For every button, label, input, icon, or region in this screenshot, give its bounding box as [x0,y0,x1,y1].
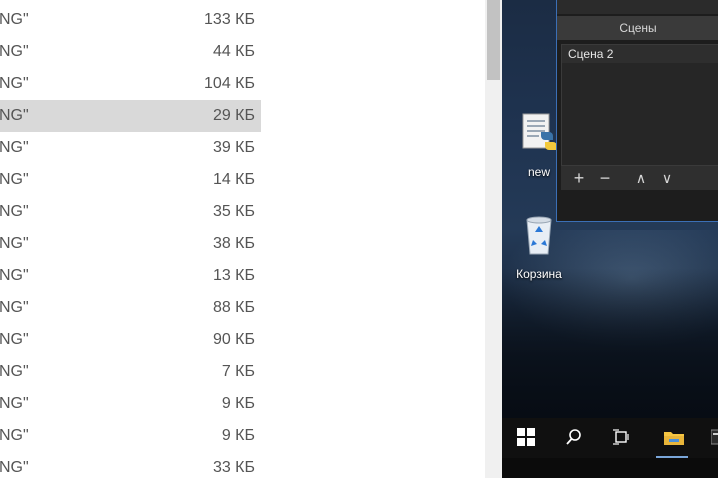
file-explorer-button[interactable] [652,418,692,458]
file-name-cell: NG" [0,75,29,92]
file-name-cell: NG" [0,395,29,412]
file-list-row[interactable]: NG" 35 КБ [0,196,261,228]
recycle-bin-icon [526,216,552,255]
file-list-row[interactable]: NG" 7 КБ [0,356,261,388]
obs-scenes-dock: Сцены Сцена 2 + − ∧ ∨ [556,0,718,222]
obs-scene-toolbar: + − ∧ ∨ [561,166,718,190]
file-name-cell: NG" [0,299,29,316]
vertical-scrollbar[interactable] [485,0,502,478]
file-explorer-icon [664,432,684,445]
file-name-cell: NG" [0,11,29,28]
file-size-cell: 9 КБ [221,427,255,444]
file-list-row[interactable]: NG" 104 КБ [0,68,261,100]
file-size-cell: 88 КБ [212,299,255,316]
file-size-cell: 38 КБ [212,235,255,252]
file-name-cell: NG" [0,43,29,60]
windows-start-icon [517,428,535,446]
file-size-cell: 44 КБ [212,43,255,60]
file-list-row[interactable]: NG" 38 КБ [0,228,261,260]
file-name-cell: NG" [0,459,29,476]
terminal-button[interactable] [700,418,718,458]
file-size-cell: 14 КБ [212,171,255,188]
file-list-row[interactable]: NG" 133 КБ [0,4,261,36]
file-name-cell: NG" [0,235,29,252]
add-scene-button[interactable]: + [567,166,591,190]
file-size-cell: 7 КБ [221,363,255,380]
search-icon [566,429,581,445]
obs-top-bar [557,0,718,14]
file-size-cell: 104 КБ [204,75,255,92]
python-file-icon [522,113,557,150]
file-name-cell: NG" [0,267,29,284]
desktop-forest-silhouette [502,268,718,418]
file-size-cell: 33 КБ [212,459,255,476]
obs-scene-item[interactable]: Сцена 2 [562,45,718,63]
file-size-cell: 29 КБ [212,107,255,124]
task-view-icon [613,429,629,445]
file-list-row[interactable]: NG" 9 КБ [0,420,261,452]
file-name-cell: NG" [0,203,29,220]
file-list-row[interactable]: NG" 44 КБ [0,36,261,68]
obs-scenes-title: Сцены [557,16,718,40]
obs-scene-list: Сцена 2 [561,44,718,166]
file-list-row[interactable]: NG" 90 КБ [0,324,261,356]
taskbar-strip [502,418,718,458]
active-app-indicator [656,456,688,458]
file-size-cell: 90 КБ [212,331,255,348]
file-name-cell: NG" [0,363,29,380]
move-scene-up-button[interactable]: ∧ [629,166,653,190]
terminal-icon [711,429,718,445]
file-name-cell: NG" [0,139,29,156]
file-size-cell: 133 КБ [204,11,255,28]
file-size-cell: 9 КБ [221,395,255,412]
file-name-cell: NG" [0,171,29,188]
file-name-cell: NG" [0,107,29,124]
file-list-pane: NG" 133 КБ NG" 44 КБ NG" 104 КБ NG" 29 КБ NG" 39 … [0,0,485,478]
file-size-cell: 13 КБ [212,267,255,284]
task-view-button[interactable] [602,418,642,458]
move-scene-down-button[interactable]: ∨ [655,166,679,190]
file-list-row[interactable]: NG" 9 КБ [0,388,261,420]
windows-taskbar [502,418,718,478]
start-button[interactable] [506,418,546,458]
file-size-cell: 39 КБ [212,139,255,156]
search-button[interactable] [554,418,594,458]
file-list-row[interactable]: NG" 33 КБ [0,452,261,478]
file-name-cell: NG" [0,331,29,348]
file-list-row[interactable]: NG" 29 КБ [0,100,261,132]
desktop-icon-label: Корзина [516,267,562,281]
file-name-cell: NG" [0,427,29,444]
file-list-row[interactable]: NG" 13 КБ [0,260,261,292]
file-size-cell: 35 КБ [212,203,255,220]
desktop-icon-recycle-bin[interactable]: Корзина [511,214,567,281]
scrollbar-thumb[interactable] [487,0,500,80]
remove-scene-button[interactable]: − [593,166,617,190]
file-list-row[interactable]: NG" 88 КБ [0,292,261,324]
file-list-row[interactable]: NG" 39 КБ [0,132,261,164]
file-list-row[interactable]: NG" 14 КБ [0,164,261,196]
